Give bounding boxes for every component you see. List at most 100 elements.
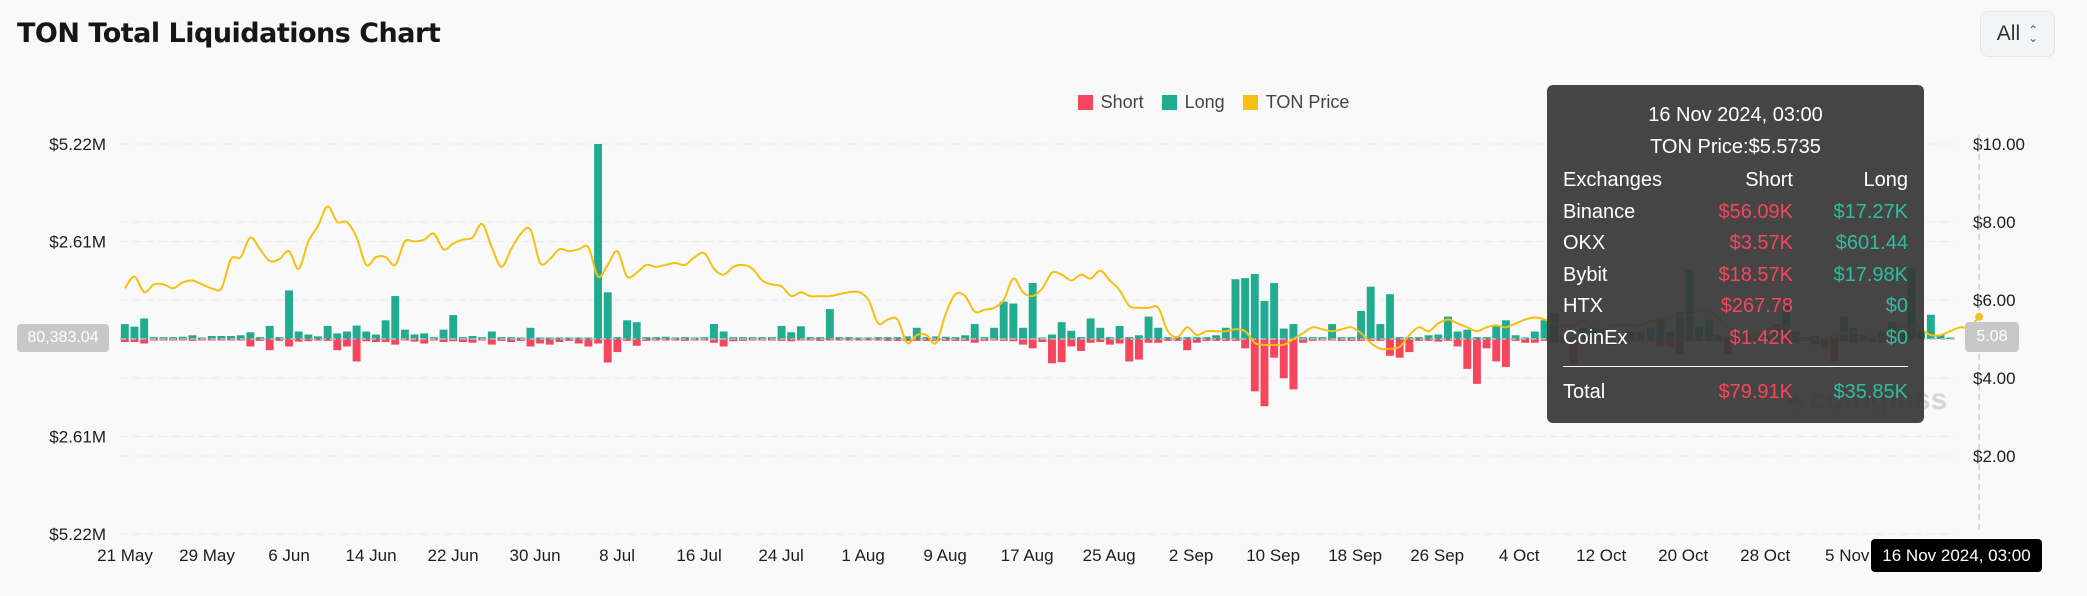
short-bar[interactable] bbox=[1057, 339, 1066, 363]
long-bar[interactable] bbox=[623, 320, 631, 339]
long-bar[interactable] bbox=[362, 331, 371, 339]
long-bar[interactable] bbox=[710, 324, 718, 339]
long-bar[interactable] bbox=[1250, 274, 1259, 339]
long-bar[interactable] bbox=[400, 329, 409, 339]
short-bar[interactable] bbox=[1183, 339, 1192, 351]
long-bar[interactable] bbox=[603, 292, 612, 339]
long-bar[interactable] bbox=[439, 329, 448, 339]
long-bar[interactable] bbox=[140, 318, 149, 339]
left-crosshair-value: 80,383.04 bbox=[17, 324, 109, 352]
long-bar[interactable] bbox=[787, 332, 796, 339]
long-bar[interactable] bbox=[1115, 325, 1124, 339]
short-bar[interactable] bbox=[1105, 339, 1114, 345]
long-bar[interactable] bbox=[1057, 322, 1066, 339]
long-bar[interactable] bbox=[594, 144, 603, 339]
long-bar[interactable] bbox=[120, 324, 129, 339]
short-bar[interactable] bbox=[632, 339, 641, 346]
long-bar[interactable] bbox=[285, 290, 293, 339]
long-bar[interactable] bbox=[246, 332, 255, 339]
tooltip-header-short: Short bbox=[1745, 169, 1793, 191]
long-bar[interactable] bbox=[777, 325, 786, 339]
short-bar[interactable] bbox=[1019, 339, 1027, 345]
long-bar[interactable] bbox=[1366, 286, 1375, 339]
short-bar[interactable] bbox=[333, 339, 342, 351]
long-bar[interactable] bbox=[333, 333, 342, 339]
long-bar[interactable] bbox=[1270, 282, 1279, 339]
long-bar[interactable] bbox=[1067, 330, 1076, 339]
short-bar[interactable] bbox=[343, 339, 351, 347]
long-bar[interactable] bbox=[1144, 316, 1153, 339]
short-bar[interactable] bbox=[1125, 339, 1134, 362]
long-bar[interactable] bbox=[1530, 331, 1539, 339]
short-bar[interactable] bbox=[1472, 339, 1481, 384]
long-bar[interactable] bbox=[719, 331, 728, 339]
long-bar[interactable] bbox=[970, 324, 979, 339]
long-bar[interactable] bbox=[343, 331, 351, 339]
long-bar[interactable] bbox=[999, 301, 1008, 339]
short-bar[interactable] bbox=[1501, 339, 1510, 368]
short-bar[interactable] bbox=[391, 339, 400, 345]
long-bar[interactable] bbox=[1009, 303, 1018, 339]
x-axis-tick: 6 Jun bbox=[268, 546, 310, 565]
short-bar[interactable] bbox=[1241, 339, 1250, 349]
long-bar[interactable] bbox=[1376, 324, 1385, 339]
short-bar[interactable] bbox=[1492, 339, 1501, 362]
long-bar[interactable] bbox=[1154, 327, 1163, 339]
short-bar[interactable] bbox=[1463, 339, 1472, 369]
short-bar[interactable] bbox=[1289, 339, 1298, 390]
short-bar[interactable] bbox=[526, 339, 535, 347]
short-bar[interactable] bbox=[285, 339, 293, 347]
short-bar[interactable] bbox=[719, 339, 728, 347]
x-axis-tick: 9 Aug bbox=[923, 546, 967, 565]
short-bar[interactable] bbox=[613, 339, 622, 353]
short-bar[interactable] bbox=[1482, 339, 1491, 349]
short-bar[interactable] bbox=[1048, 339, 1056, 364]
short-bar[interactable] bbox=[1405, 339, 1414, 353]
tooltip-long: $17.98K bbox=[1833, 263, 1908, 286]
short-bar[interactable] bbox=[1077, 339, 1085, 351]
long-bar[interactable] bbox=[1028, 282, 1037, 339]
short-bar[interactable] bbox=[1453, 339, 1462, 347]
short-bar[interactable] bbox=[1250, 339, 1259, 392]
long-bar[interactable] bbox=[391, 296, 400, 339]
short-bar[interactable] bbox=[545, 339, 554, 345]
long-bar[interactable] bbox=[1279, 328, 1288, 339]
long-bar[interactable] bbox=[825, 309, 834, 339]
long-bar[interactable] bbox=[526, 327, 535, 339]
long-bar[interactable] bbox=[352, 325, 361, 339]
long-bar[interactable] bbox=[990, 327, 998, 339]
short-bar[interactable] bbox=[1270, 339, 1279, 358]
long-bar[interactable] bbox=[1492, 325, 1501, 339]
short-bar[interactable] bbox=[265, 339, 274, 351]
x-axis-tick: 4 Oct bbox=[1499, 546, 1540, 565]
long-bar[interactable] bbox=[1463, 329, 1472, 339]
long-bar[interactable] bbox=[130, 326, 139, 339]
short-bar[interactable] bbox=[603, 339, 612, 363]
long-bar[interactable] bbox=[1501, 320, 1510, 339]
long-bar[interactable] bbox=[1386, 294, 1394, 339]
short-bar[interactable] bbox=[246, 339, 255, 347]
short-bar[interactable] bbox=[584, 339, 593, 347]
long-bar[interactable] bbox=[294, 331, 303, 339]
long-bar[interactable] bbox=[1019, 327, 1027, 339]
long-bar[interactable] bbox=[323, 325, 332, 339]
long-bar[interactable] bbox=[632, 322, 641, 339]
long-bar[interactable] bbox=[1260, 300, 1269, 339]
long-bar[interactable] bbox=[420, 333, 429, 339]
long-bar[interactable] bbox=[1221, 327, 1230, 339]
short-bar[interactable] bbox=[1386, 339, 1394, 356]
short-bar[interactable] bbox=[1260, 339, 1269, 407]
long-bar[interactable] bbox=[381, 320, 390, 339]
short-bar[interactable] bbox=[487, 339, 496, 345]
long-bar[interactable] bbox=[1096, 327, 1105, 339]
short-bar[interactable] bbox=[352, 339, 361, 362]
short-bar[interactable] bbox=[1028, 339, 1037, 349]
long-bar[interactable] bbox=[265, 325, 274, 339]
long-bar[interactable] bbox=[487, 331, 496, 339]
long-bar[interactable] bbox=[449, 315, 458, 339]
short-bar[interactable] bbox=[1134, 339, 1143, 360]
long-bar[interactable] bbox=[1453, 331, 1462, 339]
long-bar[interactable] bbox=[796, 326, 805, 339]
long-bar[interactable] bbox=[1086, 318, 1095, 339]
short-bar[interactable] bbox=[1067, 339, 1076, 347]
